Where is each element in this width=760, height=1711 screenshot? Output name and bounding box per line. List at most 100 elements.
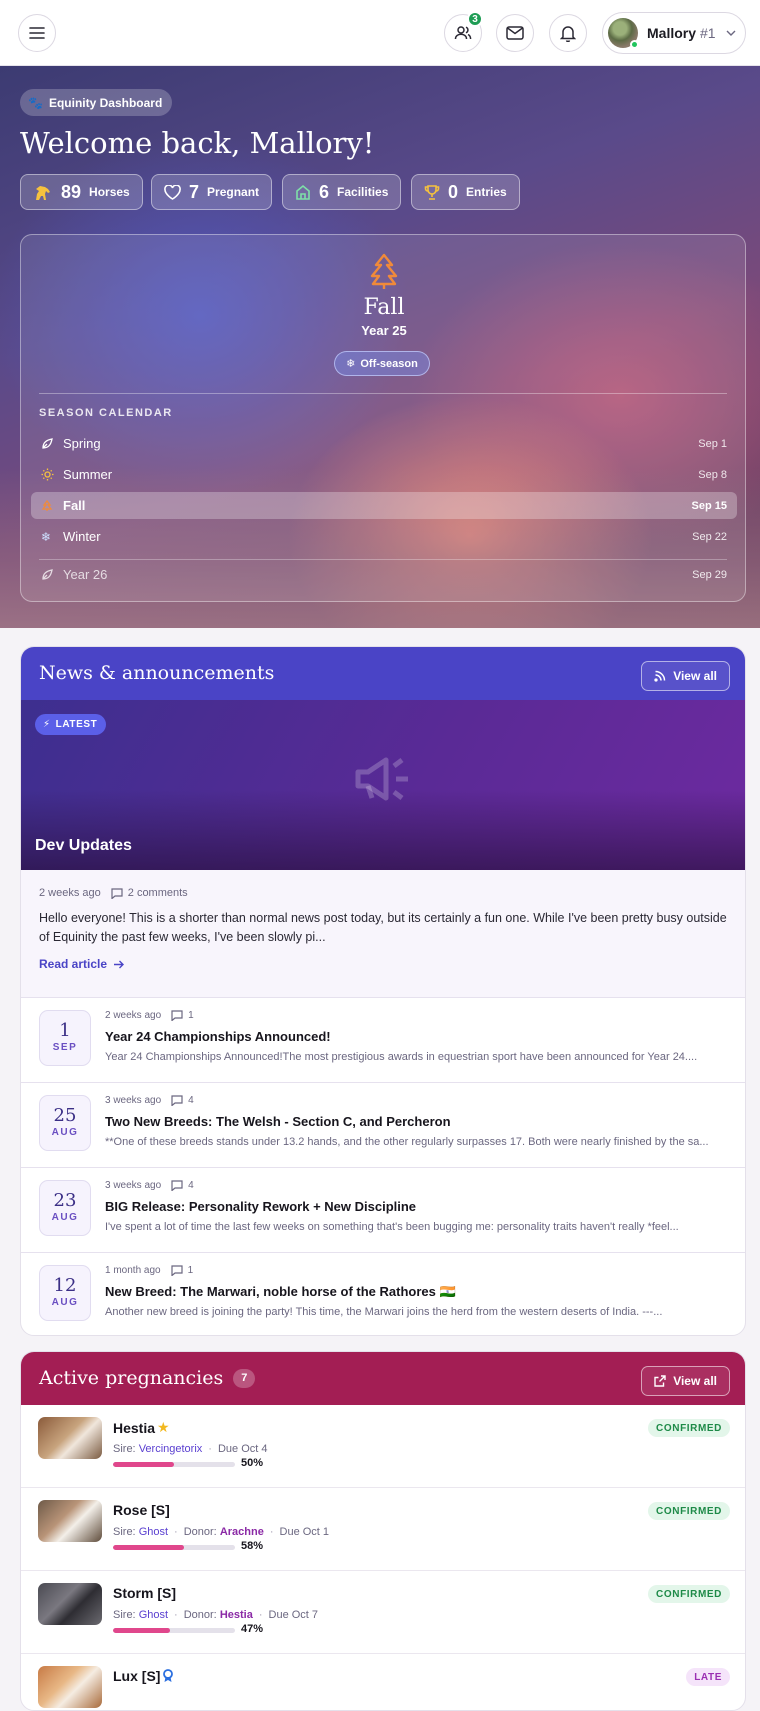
news-meta: 1 month ago 1	[105, 1265, 193, 1276]
pregnancies-title-text: Active pregnancies	[39, 1367, 224, 1389]
featured-news-banner[interactable]: ⚡ LATEST Dev Updates	[21, 700, 745, 870]
horse-name: Storm [S]	[113, 1585, 176, 1601]
arrow-right-icon	[114, 960, 125, 968]
comment-icon	[171, 1265, 183, 1276]
season-name: Fall	[363, 295, 405, 320]
pregnancy-row[interactable]: Rose [S] Sire: Ghost · Donor: Arachne · Due …	[21, 1488, 745, 1571]
news-excerpt: Year 24 Championships Announced!The most…	[105, 1051, 698, 1063]
user-menu[interactable]: Mallory #1	[602, 12, 746, 54]
stat-pregnant[interactable]: 7 Pregnant	[151, 174, 273, 210]
comment-count: 4	[188, 1095, 194, 1106]
pregnancy-row[interactable]: Storm [S] Sire: Ghost · Donor: Hestia · Due …	[21, 1571, 745, 1654]
pregnancy-progress-label: 50%	[241, 1457, 264, 1469]
stat-facilities-value: 6	[319, 181, 330, 202]
season-card: Fall Year 25 ❄ Off-season SEASON CALENDA…	[20, 234, 746, 602]
calendar-season-date: Sep 29	[692, 568, 727, 581]
leaf-icon	[42, 437, 53, 449]
calendar-season-name: Winter	[63, 529, 101, 544]
top-bar: 3 Mallory #1	[0, 0, 760, 66]
read-article-label: Read article	[39, 957, 108, 971]
user-name: Mallory	[647, 25, 697, 41]
news-list-item[interactable]: 23 AUG 3 weeks ago 4 BIG Release: Person…	[21, 1168, 745, 1253]
pregnancies-header: Active pregnancies 7 View all	[21, 1352, 745, 1405]
news-list-item[interactable]: 12 AUG 1 month ago 1 New Breed: The Marw…	[21, 1253, 745, 1335]
stat-facilities[interactable]: 6 Facilities	[282, 174, 402, 210]
news-view-all-label: View all	[673, 669, 717, 683]
comment-count: 1	[187, 1265, 194, 1276]
stat-pregnant-value: 7	[189, 181, 200, 202]
pregnancies-card: Active pregnancies 7 View all Hestia ★ Si…	[20, 1351, 746, 1711]
rss-icon	[654, 670, 666, 682]
news-title: Two New Breeds: The Welsh - Section C, a…	[105, 1114, 451, 1129]
news-title: New Breed: The Marwari, noble horse of t…	[105, 1284, 456, 1299]
news-list-item[interactable]: 25 AUG 3 weeks ago 4 Two New Breeds: The…	[21, 1083, 745, 1168]
donor-link[interactable]: Hestia	[220, 1609, 253, 1621]
snowflake-icon: ❄	[41, 529, 52, 544]
news-list-item[interactable]: 1 SEP 2 weeks ago 1 Year 24 Championship…	[21, 998, 745, 1083]
comment-count: 1	[188, 1010, 194, 1021]
featured-news-excerpt: Hello everyone! This is a shorter than n…	[39, 911, 727, 944]
status-badge: LATE	[686, 1668, 730, 1686]
calendar-season-date: Sep 8	[698, 468, 727, 481]
messages-button[interactable]	[496, 14, 534, 52]
sun-icon	[41, 468, 54, 481]
pregnancies-view-all-button[interactable]: View all	[641, 1366, 730, 1396]
due-date: Due Oct 7	[268, 1609, 319, 1621]
chevron-down-icon	[726, 30, 736, 36]
comment-count: 2 comments	[127, 887, 188, 899]
comment-count: 4	[188, 1180, 194, 1191]
tree-icon	[41, 499, 53, 511]
season-calendar-title: SEASON CALENDAR	[39, 407, 173, 419]
calendar-row-winter: ❄ Winter Sep 22	[31, 523, 737, 550]
latest-badge: ⚡ LATEST	[35, 714, 107, 735]
paw-icon: 🐾	[28, 95, 43, 110]
users-icon	[454, 26, 472, 40]
due-date: Due Oct 1	[279, 1526, 330, 1538]
notifications-button[interactable]	[549, 14, 587, 52]
news-meta: 3 weeks ago 4	[105, 1095, 194, 1106]
sire-link[interactable]: Ghost	[139, 1526, 168, 1538]
comment-icon	[171, 1010, 183, 1021]
leaf-icon	[42, 568, 53, 580]
news-meta: 3 weeks ago 4	[105, 1180, 194, 1191]
friends-button[interactable]: 3	[444, 11, 483, 52]
stat-horses-value: 89	[61, 181, 82, 202]
notification-count-badge: 3	[467, 11, 483, 27]
stat-entries[interactable]: 0 Entries	[411, 174, 520, 210]
calendar-row-fall: Fall Sep 15	[31, 492, 737, 519]
donor-label: Donor:	[183, 1526, 217, 1538]
sire-label: Sire:	[113, 1526, 136, 1538]
stat-horses[interactable]: 89 Horses	[20, 174, 143, 210]
snowflake-icon: ❄	[346, 358, 356, 370]
avatar	[608, 18, 639, 49]
user-rank: #1	[700, 25, 716, 41]
news-date: 23 AUG	[39, 1180, 91, 1236]
read-article-link[interactable]: Read article	[39, 957, 125, 971]
horse-name-text: Hestia	[113, 1419, 156, 1436]
divider	[39, 559, 727, 560]
calendar-season-date: Sep 15	[691, 499, 727, 512]
news-date: 1 SEP	[39, 1010, 91, 1066]
news-month: SEP	[52, 1042, 78, 1053]
calendar-row-spring: Spring Sep 1	[31, 430, 737, 457]
pregnancy-row[interactable]: Lux [S] LATE	[21, 1654, 745, 1710]
sire-link[interactable]: Vercingetorix	[139, 1443, 203, 1455]
sire-link[interactable]: Ghost	[139, 1609, 168, 1621]
donor-link[interactable]: Arachne	[220, 1526, 264, 1538]
external-link-icon	[654, 1375, 666, 1387]
pregnancy-progress-bar	[113, 1462, 235, 1467]
calendar-season-name: Summer	[63, 467, 113, 482]
news-view-all-button[interactable]: View all	[641, 661, 730, 691]
comment-icon	[171, 1180, 183, 1191]
facility-icon	[296, 184, 310, 200]
off-season-badge: ❄ Off-season	[334, 351, 430, 376]
news-day: 12	[53, 1275, 77, 1296]
trophy-icon	[424, 185, 440, 200]
menu-button[interactable]	[18, 14, 56, 52]
comment-icon	[171, 1095, 183, 1106]
divider	[39, 393, 727, 394]
dashboard-badge-label: Equinity Dashboard	[48, 95, 163, 110]
pregnancy-row[interactable]: Hestia ★ Sire: Vercingetorix · Due Oct 4 5…	[21, 1405, 745, 1488]
dashboard-badge: 🐾 Equinity Dashboard	[20, 89, 173, 116]
news-excerpt: **One of these breeds stands under 13.2 …	[105, 1136, 709, 1148]
